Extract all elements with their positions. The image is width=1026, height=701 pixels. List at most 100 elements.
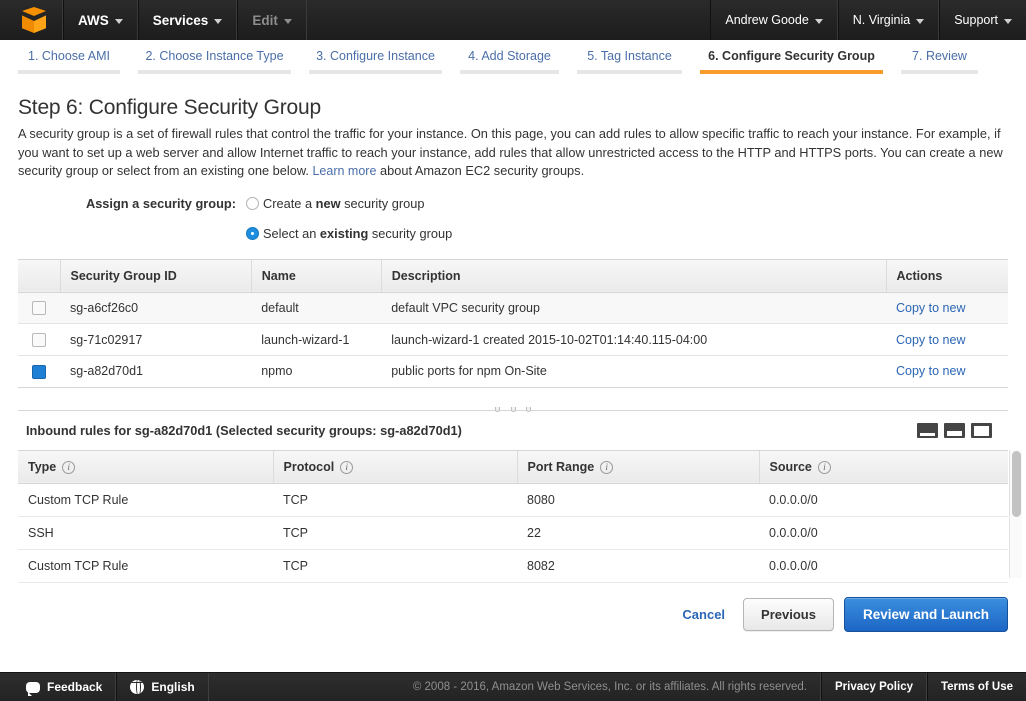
chevron-down-icon [283, 18, 292, 24]
drag-handle-icon[interactable] [495, 405, 531, 415]
feedback-button[interactable]: Feedback [0, 673, 117, 701]
learn-more-link[interactable]: Learn more [312, 164, 376, 178]
tab-choose-instance-type[interactable]: 2. Choose Instance Type [138, 49, 291, 74]
assign-security-group-label: Assign a security group: [85, 196, 236, 211]
tab-tag-instance[interactable]: 5. Tag Instance [577, 49, 682, 74]
terms-of-use-link[interactable]: Terms of Use [926, 673, 1026, 701]
info-icon[interactable]: i [600, 460, 614, 474]
info-icon[interactable]: i [340, 460, 354, 474]
cell-protocol: TCP [273, 516, 517, 550]
radio-new-bold: new [315, 196, 341, 211]
security-groups-table: Security Group ID Name Description Actio… [18, 258, 1008, 388]
page-footer: Feedback English © 2008 - 2016, Amazon W… [0, 672, 1026, 701]
row-checkbox-cell[interactable] [18, 292, 60, 325]
language-selector[interactable]: English [116, 673, 209, 701]
nav-menu-support[interactable]: Support [939, 0, 1026, 40]
security-groups-table-body: sg-a6cf26c0 default default VPC security… [18, 292, 1008, 388]
radio-create-new-label[interactable]: Create a new security group [263, 196, 424, 211]
table-row[interactable]: Custom TCP Rule TCP 8080 0.0.0.0/0 [18, 483, 1008, 517]
privacy-policy-link[interactable]: Privacy Policy [820, 673, 927, 701]
header-name[interactable]: Name [250, 258, 382, 293]
inbound-rules-table-body: Custom TCP Rule TCP 8080 0.0.0.0/0 SSH T… [18, 483, 1008, 583]
scrollbar-thumb[interactable] [1012, 450, 1021, 517]
language-label: English [151, 680, 195, 694]
tab-configure-instance[interactable]: 3. Configure Instance [309, 49, 442, 74]
copy-to-new-link[interactable]: Copy to new [896, 333, 965, 347]
cell-port-range: 8082 [517, 549, 759, 583]
cell-security-group-id: sg-a82d70d1 [60, 355, 252, 388]
cancel-button[interactable]: Cancel [674, 601, 733, 628]
radio-existing-bold: existing [319, 226, 369, 241]
previous-button[interactable]: Previous [743, 597, 834, 631]
review-and-launch-button[interactable]: Review and Launch [843, 596, 1008, 632]
copy-to-new-link[interactable]: Copy to new [896, 301, 965, 315]
table-row[interactable]: Custom TCP Rule TCP 8082 0.0.0.0/0 [18, 549, 1008, 583]
panel-view-toggles [917, 422, 1006, 438]
header-port-range-label: Port Range [527, 459, 595, 474]
row-checkbox-cell[interactable] [18, 323, 60, 356]
table-header-row: Security Group ID Name Description Actio… [18, 258, 1008, 293]
main-content: Step 6: Configure Security Group A secur… [0, 82, 1026, 632]
page-description: A security group is a set of firewall ru… [18, 125, 1008, 181]
cell-source: 0.0.0.0/0 [759, 516, 1008, 550]
checkbox-sg-launch-wizard-1[interactable] [32, 332, 46, 347]
cell-description: launch-wizard-1 created 2015-10-02T01:14… [381, 323, 886, 356]
info-icon[interactable]: i [62, 460, 76, 474]
copy-to-new-link[interactable]: Copy to new [896, 364, 965, 378]
split-view-large-icon[interactable] [971, 422, 992, 438]
header-description[interactable]: Description [380, 258, 886, 293]
cell-protocol: TCP [273, 483, 517, 517]
row-checkbox-cell[interactable] [18, 355, 60, 388]
tab-choose-ami[interactable]: 1. Choose AMI [18, 49, 120, 74]
page-description-part2: about Amazon EC2 security groups. [376, 163, 585, 178]
aws-home-link[interactable] [0, 0, 63, 40]
chevron-down-icon [1004, 18, 1012, 24]
cell-name: npmo [251, 355, 382, 388]
chevron-down-icon [814, 18, 823, 24]
split-view-medium-icon[interactable] [944, 422, 965, 438]
inbound-rules-panel: Inbound rules for sg-a82d70d1 (Selected … [18, 407, 1022, 583]
radio-select-existing-security-group[interactable] [246, 227, 259, 240]
radio-select-existing-label[interactable]: Select an existing security group [263, 226, 452, 241]
table-row[interactable]: sg-a6cf26c0 default default VPC security… [18, 292, 1008, 325]
header-source: Source i [758, 449, 1008, 484]
cell-name: launch-wizard-1 [251, 323, 382, 356]
cell-actions[interactable]: Copy to new [886, 323, 1008, 356]
nav-menu-account-label: Andrew Goode [725, 13, 809, 27]
cell-actions[interactable]: Copy to new [886, 355, 1008, 388]
radio-new-post: security group [340, 196, 425, 211]
checkbox-sg-npmo[interactable] [32, 364, 46, 379]
inbound-rules-table: Type i Protocol i Port Range i Source i Cust… [18, 449, 1008, 583]
header-port-range: Port Range i [516, 449, 759, 484]
header-security-group-id[interactable]: Security Group ID [59, 258, 252, 293]
header-type: Type i [18, 449, 273, 484]
page-title: Step 6: Configure Security Group [18, 96, 321, 119]
inbound-rules-scrollbar[interactable] [1009, 449, 1022, 578]
info-icon[interactable]: i [817, 460, 831, 474]
tab-add-storage[interactable]: 4. Add Storage [460, 49, 559, 74]
feedback-label: Feedback [47, 680, 103, 694]
cell-source: 0.0.0.0/0 [759, 549, 1008, 583]
split-view-small-icon[interactable] [917, 422, 938, 438]
nav-menu-aws[interactable]: AWS [63, 0, 138, 40]
tab-review[interactable]: 7. Review [901, 49, 978, 74]
tab-configure-security-group[interactable]: 6. Configure Security Group [700, 49, 883, 74]
nav-menu-support-label: Support [954, 13, 998, 27]
table-row[interactable]: sg-a82d70d1 npmo public ports for npm On… [18, 355, 1008, 388]
table-row[interactable]: SSH TCP 22 0.0.0.0/0 [18, 516, 1008, 550]
table-row[interactable]: sg-71c02917 launch-wizard-1 launch-wizar… [18, 323, 1008, 356]
checkbox-sg-default[interactable] [32, 301, 46, 316]
radio-create-new-security-group[interactable] [246, 197, 259, 210]
table-header-row: Type i Protocol i Port Range i Source i [18, 449, 1008, 484]
top-nav-left-group: AWS Services Edit [0, 0, 307, 40]
nav-menu-account[interactable]: Andrew Goode [710, 0, 838, 40]
copyright-text: © 2008 - 2016, Amazon Web Services, Inc.… [400, 673, 821, 701]
cell-type: Custom TCP Rule [18, 483, 273, 517]
assign-option-row-new: Assign a security group: Create a new se… [18, 193, 1008, 215]
inbound-rules-table-wrapper: Type i Protocol i Port Range i Source i Cust… [18, 449, 1022, 583]
cell-source: 0.0.0.0/0 [759, 483, 1008, 517]
cell-actions[interactable]: Copy to new [886, 292, 1008, 325]
nav-menu-edit[interactable]: Edit [237, 0, 307, 40]
nav-menu-services[interactable]: Services [137, 0, 238, 40]
nav-menu-region[interactable]: N. Virginia [837, 0, 940, 40]
